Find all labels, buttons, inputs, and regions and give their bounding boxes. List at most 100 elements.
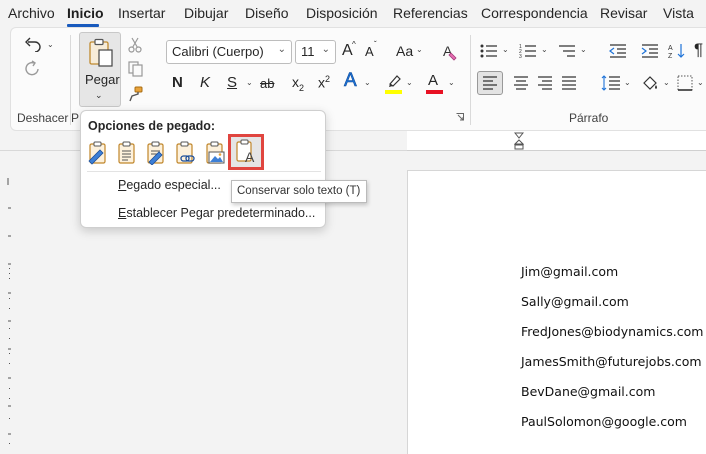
chevron-down-icon[interactable]: ⌄: [541, 45, 548, 54]
paste-dropdown-icon[interactable]: ⌄: [95, 90, 103, 101]
use-destination-styles-icon: [145, 141, 167, 168]
keep-text-only-button[interactable]: A: [228, 134, 264, 170]
tab-correspondencia[interactable]: Correspondencia: [481, 5, 588, 21]
document-page[interactable]: Jim@gmail.com Sally@gmail.com FredJones@…: [407, 170, 706, 454]
paste-special-label: egado especial...: [126, 178, 221, 192]
numbering-icon[interactable]: 123: [518, 42, 538, 60]
format-painter-icon[interactable]: [125, 84, 145, 104]
popup-divider: [87, 171, 321, 172]
justify-icon[interactable]: [559, 74, 579, 92]
paste-special-item[interactable]: Pegado especial...: [118, 178, 221, 192]
multilevel-list-icon[interactable]: [557, 42, 577, 60]
chevron-down-icon[interactable]: ⌄: [406, 78, 413, 87]
chevron-down-icon[interactable]: ⌄: [246, 78, 253, 87]
merge-formatting-icon: [116, 141, 138, 168]
svg-text:A: A: [668, 45, 673, 52]
italic-button[interactable]: K: [200, 74, 210, 91]
undo-dropdown-icon[interactable]: ⌄: [47, 40, 54, 49]
subscript-mark: 2: [299, 82, 305, 93]
vertical-ruler[interactable]: [0, 148, 18, 454]
paste-as-picture-icon: [204, 141, 226, 168]
merge-formatting-button[interactable]: [114, 141, 140, 167]
document-line: JamesSmith@futurejobs.com: [521, 354, 702, 369]
tab-referencias[interactable]: Referencias: [393, 5, 468, 21]
horizontal-ruler[interactable]: [407, 131, 706, 151]
chevron-down-icon[interactable]: ⌄: [502, 45, 509, 54]
tab-inicio[interactable]: Inicio: [67, 5, 104, 21]
cut-icon: [125, 35, 145, 55]
paste-as-picture-button[interactable]: [202, 141, 228, 167]
change-case-button[interactable]: Aa: [396, 43, 413, 59]
chevron-down-icon[interactable]: ⌄: [448, 78, 455, 87]
clipboard-paste-icon: [87, 37, 115, 69]
use-destination-styles-button[interactable]: [143, 141, 169, 167]
document-line: Jim@gmail.com: [521, 264, 619, 279]
chevron-down-icon[interactable]: ⌄: [624, 78, 631, 87]
svg-text:3: 3: [519, 54, 522, 58]
group-separator: [470, 35, 471, 125]
document-line: BevDane@gmail.com: [521, 384, 656, 399]
undo-group-label: Deshacer: [17, 111, 69, 125]
superscript-base: x: [318, 74, 325, 91]
increase-indent-icon[interactable]: [640, 42, 660, 60]
subscript-base: x: [292, 74, 299, 90]
tab-diseno[interactable]: Diseño: [245, 5, 289, 21]
chevron-down-icon: ⌄: [321, 44, 330, 55]
chevron-down-icon[interactable]: ⌄: [364, 78, 371, 87]
chevron-down-icon[interactable]: ⌄: [663, 78, 670, 87]
subscript-button[interactable]: x2: [292, 74, 304, 93]
clear-formatting-icon[interactable]: A: [441, 42, 459, 62]
tab-archivo[interactable]: Archivo: [8, 5, 55, 21]
link-keep-source-icon: [174, 141, 196, 168]
set-default-paste-item[interactable]: Establecer Pegar predeterminado...: [118, 206, 315, 220]
set-default-paste-label: stablecer Pegar predeterminado...: [126, 206, 316, 220]
document-line: PaulSolomon@google.com: [521, 414, 687, 429]
align-right-icon[interactable]: [535, 74, 555, 92]
paste-button[interactable]: Pegar ⌄: [79, 32, 121, 107]
shrink-font-arrow-icon: ˇ: [374, 40, 377, 49]
chevron-down-icon[interactable]: ⌄: [697, 78, 704, 87]
sort-icon[interactable]: AZ: [667, 42, 687, 60]
line-spacing-icon[interactable]: [600, 73, 622, 93]
bullets-icon[interactable]: [479, 42, 499, 60]
keep-source-formatting-icon: [87, 141, 109, 168]
chevron-down-icon[interactable]: ⌄: [580, 45, 587, 54]
font-size-value: 11: [301, 44, 315, 59]
superscript-mark: 2: [325, 74, 331, 84]
show-formatting-marks-button[interactable]: ¶: [694, 40, 703, 60]
tab-vista[interactable]: Vista: [663, 5, 694, 21]
align-left-button[interactable]: [477, 71, 503, 95]
tab-insertar[interactable]: Insertar: [118, 5, 165, 21]
font-name-combo[interactable]: Calibri (Cuerpo) ⌄: [166, 40, 292, 64]
tab-revisar[interactable]: Revisar: [600, 5, 647, 21]
keep-text-only-icon: A: [234, 138, 258, 167]
superscript-button[interactable]: x2: [318, 74, 330, 91]
strikethrough-button[interactable]: ab: [260, 76, 274, 91]
align-center-icon[interactable]: [511, 74, 531, 92]
grow-font-arrow-icon: ^: [352, 40, 356, 49]
bold-button[interactable]: N: [172, 74, 183, 91]
font-color-button[interactable]: A: [428, 72, 438, 89]
menu-bar: Archivo Inicio Insertar Dibujar Diseño D…: [0, 0, 706, 27]
borders-icon[interactable]: [675, 73, 695, 93]
decrease-indent-icon[interactable]: [608, 42, 628, 60]
shading-icon[interactable]: [640, 73, 660, 93]
font-color-swatch: [426, 90, 443, 94]
shrink-font-button[interactable]: A: [365, 44, 374, 59]
keep-source-formatting-button[interactable]: [85, 141, 111, 167]
document-line: Sally@gmail.com: [521, 294, 629, 309]
paragraph-group-label: Párrafo: [569, 111, 609, 125]
link-keep-source-button[interactable]: [172, 141, 198, 167]
underline-button[interactable]: S: [227, 74, 237, 91]
tab-dibujar[interactable]: Dibujar: [184, 5, 228, 21]
paste-options-title: Opciones de pegado:: [88, 119, 216, 133]
clipboard-group-label: P: [71, 111, 80, 125]
tab-disposicion[interactable]: Disposición: [306, 5, 378, 21]
chevron-down-icon[interactable]: ⌄: [416, 45, 423, 54]
font-dialog-launcher-icon[interactable]: [455, 112, 465, 122]
highlight-color-icon[interactable]: [385, 72, 403, 92]
text-effects-button[interactable]: A: [344, 70, 357, 92]
undo-icon[interactable]: [22, 34, 44, 54]
font-size-combo[interactable]: 11 ⌄: [295, 40, 336, 64]
indent-marker-icon[interactable]: [512, 131, 526, 151]
